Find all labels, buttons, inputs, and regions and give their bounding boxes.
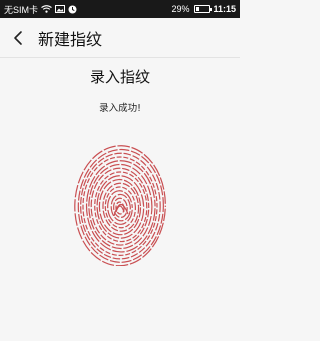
wifi-icon bbox=[41, 5, 52, 13]
toolbar: 新建指纹 bbox=[0, 18, 240, 58]
status-bar-right: 29% 11:15 bbox=[171, 4, 236, 14]
clock-time: 11:15 bbox=[213, 4, 236, 14]
carrier-label: 无SIM卡 bbox=[4, 4, 39, 15]
battery-level bbox=[196, 7, 200, 11]
fingerprint-icon bbox=[74, 145, 166, 266]
status-bar: 无SIM卡 29% 11:15 bbox=[0, 0, 240, 18]
enroll-heading: 录入指纹 bbox=[89, 68, 150, 86]
back-button[interactable] bbox=[2, 18, 34, 58]
chevron-left-icon bbox=[14, 30, 22, 45]
battery-icon bbox=[194, 5, 213, 13]
enroll-status: 录入成功! bbox=[99, 103, 141, 114]
clock-icon bbox=[68, 5, 77, 14]
status-bar-left: 无SIM卡 bbox=[4, 3, 77, 16]
image-icon bbox=[55, 5, 66, 13]
page-title: 新建指纹 bbox=[38, 29, 103, 49]
battery-percent: 29% bbox=[171, 4, 190, 14]
